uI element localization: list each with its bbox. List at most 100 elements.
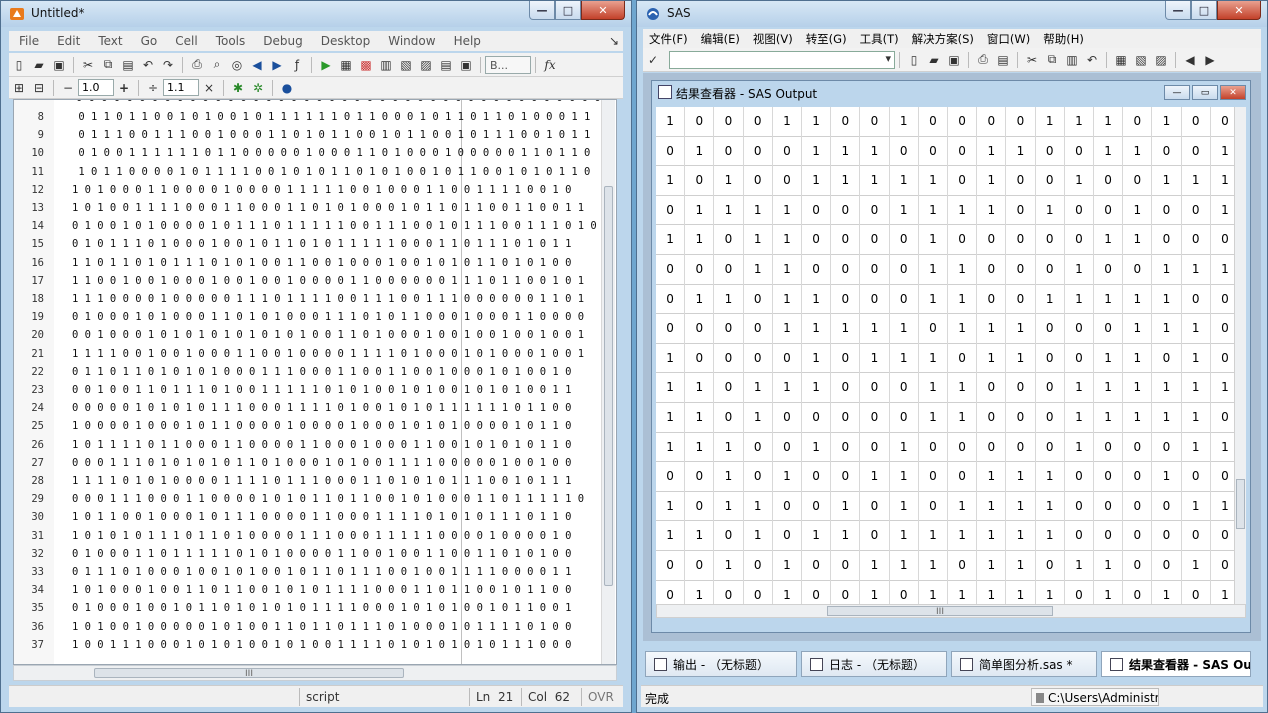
output-cell: 1: [1006, 521, 1036, 551]
sas-close-button[interactable]: ✕: [1217, 1, 1261, 20]
cut-icon[interactable]: ✂: [1022, 51, 1042, 69]
forward-arrow-icon[interactable]: ▶: [267, 56, 287, 74]
sas-menu-item[interactable]: 转至(G): [800, 31, 854, 47]
new-icon[interactable]: ▯: [904, 51, 924, 69]
copy-icon[interactable]: ⧉: [98, 56, 118, 74]
menu-text[interactable]: Text: [88, 34, 130, 48]
cut-icon[interactable]: ✂: [78, 56, 98, 74]
decrement-button[interactable]: −: [58, 79, 78, 97]
editor-titlebar[interactable]: Untitled* — □ ✕: [1, 1, 631, 27]
divide-button[interactable]: ÷: [143, 79, 163, 97]
menu-window[interactable]: Window: [378, 34, 443, 48]
insert-cell-icon[interactable]: ⊞: [9, 79, 29, 97]
output-cell: 1: [919, 373, 948, 403]
menu-edit[interactable]: Edit: [47, 34, 88, 48]
menu-desktop[interactable]: Desktop: [311, 34, 379, 48]
explorer-icon[interactable]: ▧: [1131, 51, 1151, 69]
cell-eval-advance-icon[interactable]: ✲: [248, 79, 268, 97]
sas-menu-item[interactable]: 解决方案(S): [906, 31, 981, 47]
submit-check-icon[interactable]: ✓: [643, 51, 663, 69]
output-cell: 0: [744, 166, 773, 196]
clear-breakpoints-icon[interactable]: ▩: [356, 56, 376, 74]
print-preview-icon[interactable]: ▤: [993, 51, 1013, 69]
output-horizontal-scrollbar[interactable]: III: [656, 604, 1246, 618]
sas-minimize-button[interactable]: —: [1165, 1, 1191, 20]
multiply-button[interactable]: ×: [199, 79, 219, 97]
fx-button[interactable]: fx: [540, 56, 560, 74]
sas-menu-item[interactable]: 窗口(W): [981, 31, 1037, 47]
menu-go[interactable]: Go: [131, 34, 166, 48]
back-icon[interactable]: ◀: [1180, 51, 1200, 69]
menu-file[interactable]: File: [9, 34, 47, 48]
step-in-icon[interactable]: ▧: [396, 56, 416, 74]
code-editor[interactable]: 0 0 0 0 0 0 0 0 0 0 0 0 0 0 0 0 0 0 0 0 …: [13, 99, 617, 665]
menu-help[interactable]: Help: [444, 34, 489, 48]
paste-icon[interactable]: ▥: [1062, 51, 1082, 69]
sas-maximize-button[interactable]: □: [1191, 1, 1217, 20]
sas-menu-item[interactable]: 视图(V): [747, 31, 800, 47]
print-icon[interactable]: ⎙: [187, 56, 207, 74]
paste-icon[interactable]: ▤: [118, 56, 138, 74]
output-cell: 1: [1152, 255, 1182, 285]
output-cell: 0: [860, 107, 890, 137]
close-button[interactable]: ✕: [581, 1, 625, 20]
save-icon[interactable]: ▣: [49, 56, 69, 74]
menu-cell[interactable]: Cell: [165, 34, 205, 48]
line-text: 0 1 1 1 0 1 0 0 0 1 0 0 1 0 1 0 0 1 0 1 …: [72, 566, 572, 578]
library-icon[interactable]: ▦: [1111, 51, 1131, 69]
run-icon[interactable]: ▶: [316, 56, 336, 74]
results-icon[interactable]: ▨: [1151, 51, 1171, 69]
open-icon[interactable]: ▰: [924, 51, 944, 69]
window-tab[interactable]: 输出 - （无标题）: [645, 651, 797, 677]
window-tab[interactable]: 简单图分析.sas *: [951, 651, 1097, 677]
divide-value-field[interactable]: [163, 79, 199, 96]
redo-icon[interactable]: ↷: [158, 56, 178, 74]
open-folder-icon[interactable]: ▰: [29, 56, 49, 74]
print-icon[interactable]: ⎙: [973, 51, 993, 69]
cell-eval-icon[interactable]: ✱: [228, 79, 248, 97]
function-icon[interactable]: ƒ: [287, 56, 307, 74]
step-icon[interactable]: ▥: [376, 56, 396, 74]
cell-mode-icon[interactable]: ⊟: [29, 79, 49, 97]
line-text: 1 0 0 1 1 1 0 0 0 1 0 1 0 1 0 0 1 0 1 0 …: [72, 638, 572, 651]
stack-combo[interactable]: B...: [485, 55, 531, 74]
save-icon[interactable]: ▣: [944, 51, 964, 69]
decrement-value-field[interactable]: [78, 79, 114, 96]
output-grid[interactable]: 0100100101111101010100101001110110110010…: [656, 107, 1246, 604]
continue-icon[interactable]: ▤: [436, 56, 456, 74]
sas-titlebar[interactable]: SAS — □ ✕: [637, 1, 1267, 27]
child-minimize-button[interactable]: —: [1164, 85, 1190, 100]
child-close-button[interactable]: ✕: [1220, 85, 1246, 100]
back-arrow-icon[interactable]: ◀: [247, 56, 267, 74]
maximize-button[interactable]: □: [555, 1, 581, 20]
menu-tools[interactable]: Tools: [206, 34, 254, 48]
sas-menu-item[interactable]: 帮助(H): [1037, 31, 1091, 47]
editor-vertical-scrollbar[interactable]: [601, 100, 615, 664]
editor-horizontal-scrollbar[interactable]: III: [13, 665, 617, 681]
command-combo[interactable]: [669, 50, 895, 69]
forward-icon[interactable]: ▶: [1200, 51, 1220, 69]
find-icon[interactable]: ⌕: [207, 56, 227, 74]
increment-button[interactable]: +: [114, 79, 134, 97]
sas-menu-item[interactable]: 编辑(E): [695, 31, 747, 47]
child-restore-button[interactable]: ▭: [1192, 85, 1218, 100]
menu-debug[interactable]: Debug: [253, 34, 310, 48]
step-out-icon[interactable]: ▨: [416, 56, 436, 74]
new-file-icon[interactable]: ▯: [9, 56, 29, 74]
minimize-button[interactable]: —: [529, 1, 555, 20]
breakpoint-icon[interactable]: ▦: [336, 56, 356, 74]
output-vertical-scrollbar[interactable]: [1234, 107, 1246, 604]
copy-icon[interactable]: ⧉: [1042, 51, 1062, 69]
undo-icon[interactable]: ↶: [138, 56, 158, 74]
window-tab[interactable]: 日志 - （无标题）: [801, 651, 947, 677]
results-viewer-titlebar[interactable]: 结果查看器 - SAS Output — ▭ ✕: [652, 81, 1250, 103]
binoculars-icon[interactable]: ◎: [227, 56, 247, 74]
window-tab[interactable]: 结果查看器 - SAS Out...: [1101, 651, 1251, 677]
help-icon[interactable]: ●: [277, 79, 297, 97]
menu-undock-icon[interactable]: ↘: [599, 34, 623, 48]
exit-debug-icon[interactable]: ▣: [456, 56, 476, 74]
undo-icon[interactable]: ↶: [1082, 51, 1102, 69]
sas-menu-item[interactable]: 文件(F): [643, 31, 695, 47]
output-cell: 0: [831, 284, 861, 315]
sas-menu-item[interactable]: 工具(T): [854, 31, 906, 47]
